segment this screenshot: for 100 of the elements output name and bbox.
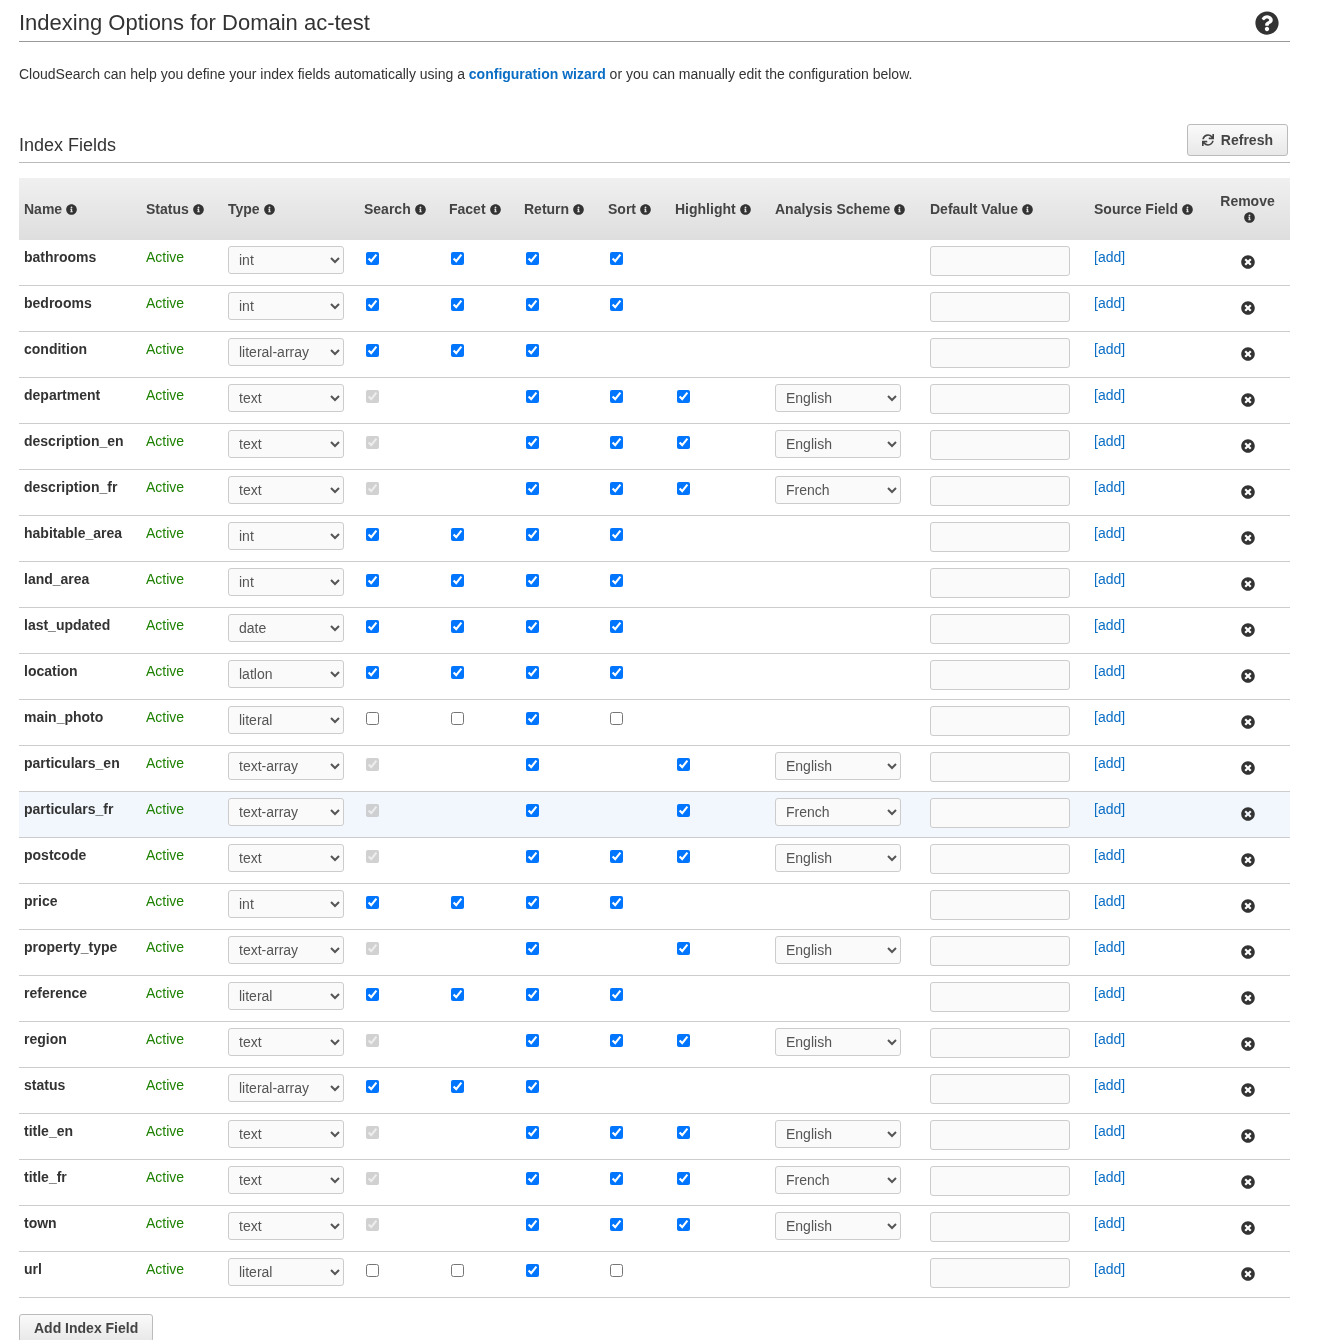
checkbox[interactable] [451, 574, 464, 587]
type-select[interactable]: text [228, 1212, 344, 1240]
checkbox[interactable] [366, 712, 379, 725]
type-select[interactable]: text [228, 844, 344, 872]
checkbox[interactable] [610, 1172, 623, 1185]
checkbox[interactable] [677, 1218, 690, 1231]
type-select[interactable]: latlon [228, 660, 344, 688]
analysis-scheme-select[interactable]: English [775, 844, 901, 872]
type-select[interactable]: literal-array [228, 338, 344, 366]
wizard-link[interactable]: configuration wizard [468, 66, 606, 82]
table-row[interactable]: habitable_area Active int [add] [19, 515, 1290, 562]
add-source-link[interactable]: [add] [1094, 847, 1126, 863]
default-value-field[interactable] [930, 568, 1070, 598]
checkbox[interactable] [677, 482, 690, 495]
type-select[interactable]: text [228, 430, 344, 458]
add-source-link[interactable]: [add] [1094, 709, 1126, 725]
info-icon[interactable] [263, 204, 275, 215]
info-icon[interactable] [192, 204, 204, 215]
checkbox[interactable] [677, 390, 690, 403]
table-row[interactable]: postcode Active text English [add] [19, 837, 1290, 884]
checkbox[interactable] [366, 1080, 379, 1093]
checkbox[interactable] [610, 298, 623, 311]
info-icon[interactable] [573, 204, 585, 215]
checkbox[interactable] [526, 758, 539, 771]
help-icon[interactable] [1255, 11, 1279, 35]
checkbox[interactable] [610, 252, 623, 265]
checkbox[interactable] [526, 896, 539, 909]
default-value-field[interactable] [930, 1120, 1070, 1150]
analysis-scheme-select[interactable]: French [775, 1166, 901, 1194]
default-value-field[interactable] [930, 614, 1070, 644]
checkbox[interactable] [610, 482, 623, 495]
default-value-field[interactable] [930, 982, 1070, 1012]
checkbox[interactable] [526, 482, 539, 495]
checkbox[interactable] [526, 1264, 539, 1277]
default-value-field[interactable] [930, 430, 1070, 460]
type-select[interactable]: literal-array [228, 1074, 344, 1102]
default-value-field[interactable] [930, 476, 1070, 506]
checkbox[interactable] [526, 850, 539, 863]
info-icon[interactable] [1021, 204, 1033, 215]
checkbox[interactable] [610, 436, 623, 449]
table-row[interactable]: main_photo Active literal [add] [19, 699, 1290, 746]
remove-icon[interactable] [1240, 439, 1255, 453]
table-row[interactable]: town Active text English [add] [19, 1205, 1290, 1252]
add-source-link[interactable]: [add] [1094, 341, 1126, 357]
checkbox[interactable] [610, 896, 623, 909]
add-source-link[interactable]: [add] [1094, 295, 1126, 311]
analysis-scheme-select[interactable]: English [775, 1028, 901, 1056]
checkbox[interactable] [451, 666, 464, 679]
table-row[interactable]: location Active latlon [add] [19, 653, 1290, 700]
checkbox[interactable] [366, 666, 379, 679]
default-value-field[interactable] [930, 1028, 1070, 1058]
default-value-field[interactable] [930, 338, 1070, 368]
checkbox[interactable] [451, 896, 464, 909]
checkbox[interactable] [677, 942, 690, 955]
remove-icon[interactable] [1240, 853, 1255, 867]
default-value-field[interactable] [930, 1166, 1070, 1196]
type-select[interactable]: literal [228, 1258, 344, 1286]
table-row[interactable]: land_area Active int [add] [19, 561, 1290, 608]
checkbox[interactable] [677, 1172, 690, 1185]
add-source-link[interactable]: [add] [1094, 1261, 1126, 1277]
analysis-scheme-select[interactable]: English [775, 430, 901, 458]
table-row[interactable]: price Active int [add] [19, 883, 1290, 930]
type-select[interactable]: text [228, 1028, 344, 1056]
type-select[interactable]: text [228, 1120, 344, 1148]
checkbox[interactable] [610, 988, 623, 1001]
info-icon[interactable] [640, 204, 651, 215]
table-row[interactable]: reference Active literal [add] [19, 975, 1290, 1022]
add-source-link[interactable]: [add] [1094, 571, 1126, 587]
remove-icon[interactable] [1240, 347, 1255, 361]
checkbox[interactable] [610, 850, 623, 863]
default-value-field[interactable] [930, 522, 1070, 552]
checkbox[interactable] [677, 1126, 690, 1139]
add-source-link[interactable]: [add] [1094, 433, 1126, 449]
checkbox[interactable] [610, 528, 623, 541]
checkbox[interactable] [366, 528, 379, 541]
table-row[interactable]: particulars_en Active text-array English [add] [19, 745, 1290, 792]
checkbox[interactable] [451, 344, 464, 357]
type-select[interactable]: int [228, 292, 344, 320]
type-select[interactable]: int [228, 522, 344, 550]
info-icon[interactable] [894, 204, 906, 215]
checkbox[interactable] [610, 390, 623, 403]
checkbox[interactable] [610, 1218, 623, 1231]
remove-icon[interactable] [1240, 1175, 1255, 1189]
type-select[interactable]: date [228, 614, 344, 642]
checkbox[interactable] [366, 252, 379, 265]
default-value-field[interactable] [930, 890, 1070, 920]
info-icon[interactable] [66, 204, 78, 215]
type-select[interactable]: text [228, 384, 344, 412]
default-value-field[interactable] [930, 1258, 1070, 1288]
checkbox[interactable] [366, 1264, 379, 1277]
analysis-scheme-select[interactable]: English [775, 384, 901, 412]
checkbox[interactable] [526, 1172, 539, 1185]
add-source-link[interactable]: [add] [1094, 617, 1126, 633]
analysis-scheme-select[interactable]: English [775, 936, 901, 964]
type-select[interactable]: text-array [228, 752, 344, 780]
remove-icon[interactable] [1240, 531, 1255, 545]
checkbox[interactable] [366, 988, 379, 1001]
checkbox[interactable] [526, 1080, 539, 1093]
add-index-field-button[interactable]: Add Index Field [19, 1314, 154, 1340]
analysis-scheme-select[interactable]: English [775, 1212, 901, 1240]
